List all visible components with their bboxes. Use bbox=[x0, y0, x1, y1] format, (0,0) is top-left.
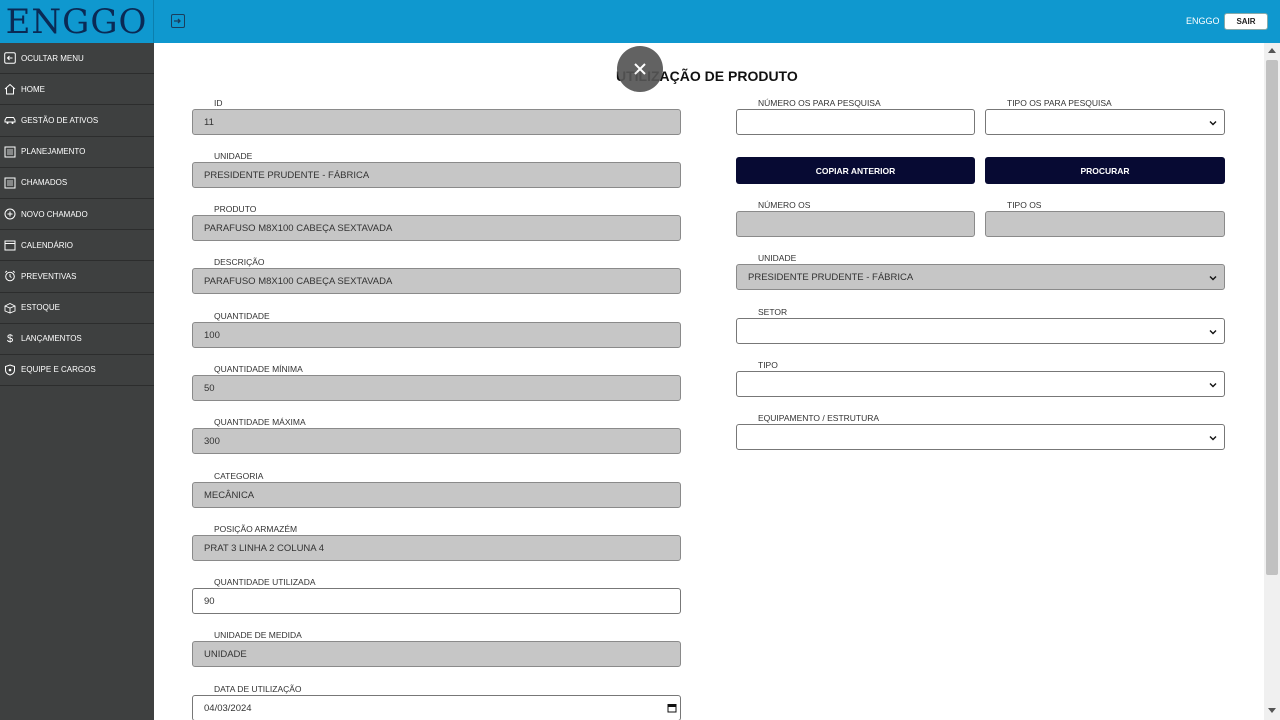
calendar-icon bbox=[4, 239, 16, 251]
numero-os-pesquisa-input[interactable] bbox=[736, 109, 975, 135]
sidebar-item-lancamentos[interactable]: $ LANÇAMENTOS bbox=[0, 324, 154, 355]
id-field[interactable]: 11 bbox=[192, 109, 681, 135]
tipo-os-pesquisa-select[interactable] bbox=[985, 109, 1225, 135]
car-icon bbox=[4, 114, 16, 126]
sidebar-item-novo-chamado[interactable]: NOVO CHAMADO bbox=[0, 199, 154, 231]
logo-container[interactable]: ENGGO bbox=[0, 0, 154, 43]
posicao-armazem-label: POSIÇÃO ARMAZÉM bbox=[214, 524, 298, 534]
tipo-os-pesquisa-label: TIPO OS PARA PESQUISA bbox=[1007, 98, 1112, 108]
equipamento-select[interactable] bbox=[736, 424, 1225, 450]
sidebar: OCULTAR MENU HOME GESTÃO DE ATIVOS PLANE… bbox=[0, 43, 154, 720]
unidade-select-value: PRESIDENTE PRUDENTE - FÁBRICA bbox=[748, 271, 914, 283]
sidebar-item-label: NOVO CHAMADO bbox=[21, 209, 88, 219]
list-icon bbox=[4, 177, 16, 189]
list-icon bbox=[4, 146, 16, 158]
numero-os-label: NÚMERO OS bbox=[758, 200, 811, 210]
sidebar-item-label: ESTOQUE bbox=[21, 303, 60, 313]
id-label: ID bbox=[214, 98, 223, 108]
quantidade-utilizada-input[interactable]: 90 bbox=[192, 588, 681, 614]
box-icon bbox=[4, 302, 16, 314]
sidebar-item-chamados[interactable]: CHAMADOS bbox=[0, 168, 154, 199]
produto-field[interactable]: PARAFUSO M8X100 CABEÇA SEXTAVADA bbox=[192, 215, 681, 241]
toggle-menu-icon[interactable] bbox=[171, 14, 185, 28]
calendar-icon[interactable] bbox=[667, 703, 677, 713]
close-icon bbox=[634, 63, 646, 75]
sidebar-item-label: OCULTAR MENU bbox=[21, 53, 84, 63]
hide-menu-icon bbox=[4, 52, 16, 64]
alarm-icon bbox=[4, 270, 16, 282]
categoria-field[interactable]: MECÂNICA bbox=[192, 482, 681, 508]
sidebar-item-label: PREVENTIVAS bbox=[21, 271, 77, 281]
chevron-down-icon bbox=[1209, 121, 1217, 126]
sidebar-item-equipe-cargos[interactable]: EQUIPE E CARGOS bbox=[0, 355, 154, 387]
unidade-select[interactable]: PRESIDENTE PRUDENTE - FÁBRICA bbox=[736, 264, 1225, 290]
posicao-armazem-field[interactable]: PRAT 3 LINHA 2 COLUNA 4 bbox=[192, 535, 681, 561]
scroll-up-icon[interactable] bbox=[1268, 48, 1276, 53]
tipo-os-field[interactable] bbox=[985, 211, 1225, 237]
data-utilizacao-label: DATA DE UTILIZAÇÃO bbox=[214, 684, 302, 694]
sidebar-item-home[interactable]: HOME bbox=[0, 74, 154, 106]
scroll-down-icon[interactable] bbox=[1268, 708, 1276, 713]
dollar-icon: $ bbox=[6, 332, 14, 345]
quantidade-field[interactable]: 100 bbox=[192, 322, 681, 348]
quantidade-maxima-field[interactable]: 300 bbox=[192, 428, 681, 454]
unidade-right-label: UNIDADE bbox=[758, 253, 797, 263]
scroll-thumb[interactable] bbox=[1266, 60, 1278, 575]
top-bar: ENGGO ENGGO SAIR bbox=[0, 0, 1280, 43]
setor-label: SETOR bbox=[758, 307, 788, 317]
procurar-button[interactable]: PROCURAR bbox=[985, 157, 1225, 184]
shield-icon bbox=[4, 364, 16, 376]
chevron-down-icon bbox=[1209, 330, 1217, 335]
tipo-label: TIPO bbox=[758, 360, 778, 370]
plus-circle-icon bbox=[4, 208, 16, 220]
sidebar-item-label: LANÇAMENTOS bbox=[21, 334, 82, 344]
app-logo: ENGGO bbox=[5, 1, 148, 42]
numero-os-pesquisa-label: NÚMERO OS PARA PESQUISA bbox=[758, 98, 881, 108]
sidebar-item-gestao-ativos[interactable]: GESTÃO DE ATIVOS bbox=[0, 105, 154, 137]
sidebar-item-planejamento[interactable]: PLANEJAMENTO bbox=[0, 137, 154, 168]
quantidade-minima-field[interactable]: 50 bbox=[192, 375, 681, 401]
unidade-medida-field[interactable]: UNIDADE bbox=[192, 641, 681, 667]
sidebar-item-preventivas[interactable]: PREVENTIVAS bbox=[0, 261, 154, 293]
sidebar-item-label: HOME bbox=[21, 84, 45, 94]
main-content: UTILIZAÇÃO DE PRODUTO ID 11 UNIDADE PRES… bbox=[154, 43, 1264, 720]
sidebar-item-ocultar-menu[interactable]: OCULTAR MENU bbox=[0, 43, 154, 75]
chevron-down-icon bbox=[1209, 383, 1217, 388]
chevron-down-icon bbox=[1209, 276, 1217, 281]
copiar-anterior-button[interactable]: COPIAR ANTERIOR bbox=[736, 157, 975, 184]
descricao-field[interactable]: PARAFUSO M8X100 CABEÇA SEXTAVADA bbox=[192, 268, 681, 294]
unidade-label: UNIDADE bbox=[214, 151, 253, 161]
produto-label: PRODUTO bbox=[214, 204, 257, 214]
unidade-field[interactable]: PRESIDENTE PRUDENTE - FÁBRICA bbox=[192, 162, 681, 188]
home-icon bbox=[4, 83, 16, 95]
quantidade-label: QUANTIDADE bbox=[214, 311, 270, 321]
unidade-medida-label: UNIDADE DE MEDIDA bbox=[214, 630, 302, 640]
numero-os-field[interactable] bbox=[736, 211, 975, 237]
logout-button[interactable]: SAIR bbox=[1224, 13, 1268, 30]
quantidade-utilizada-label: QUANTIDADE UTILIZADA bbox=[214, 577, 316, 587]
sidebar-item-label: CALENDÁRIO bbox=[21, 240, 74, 250]
chevron-down-icon bbox=[1209, 436, 1217, 441]
tipo-os-label: TIPO OS bbox=[1007, 200, 1042, 210]
categoria-label: CATEGORIA bbox=[214, 471, 264, 481]
sidebar-item-label: PLANEJAMENTO bbox=[21, 147, 86, 157]
setor-select[interactable] bbox=[736, 318, 1225, 344]
quantidade-minima-label: QUANTIDADE MÍNIMA bbox=[214, 364, 303, 374]
tipo-select[interactable] bbox=[736, 371, 1225, 397]
user-name: ENGGO bbox=[1186, 16, 1220, 26]
equipamento-label: EQUIPAMENTO / ESTRUTURA bbox=[758, 413, 880, 423]
data-utilizacao-value: 04/03/2024 bbox=[204, 702, 252, 714]
sidebar-item-label: EQUIPE E CARGOS bbox=[21, 365, 96, 375]
sidebar-item-label: CHAMADOS bbox=[21, 178, 68, 188]
overlay-close-button[interactable] bbox=[617, 46, 663, 92]
sidebar-item-calendario[interactable]: CALENDÁRIO bbox=[0, 230, 154, 262]
data-utilizacao-input[interactable]: 04/03/2024 bbox=[192, 695, 681, 720]
quantidade-maxima-label: QUANTIDADE MÁXIMA bbox=[214, 417, 306, 427]
descricao-label: DESCRIÇÃO bbox=[214, 257, 265, 267]
page-scrollbar[interactable] bbox=[1264, 43, 1280, 720]
sidebar-item-estoque[interactable]: ESTOQUE bbox=[0, 293, 154, 324]
sidebar-item-label: GESTÃO DE ATIVOS bbox=[21, 115, 99, 125]
